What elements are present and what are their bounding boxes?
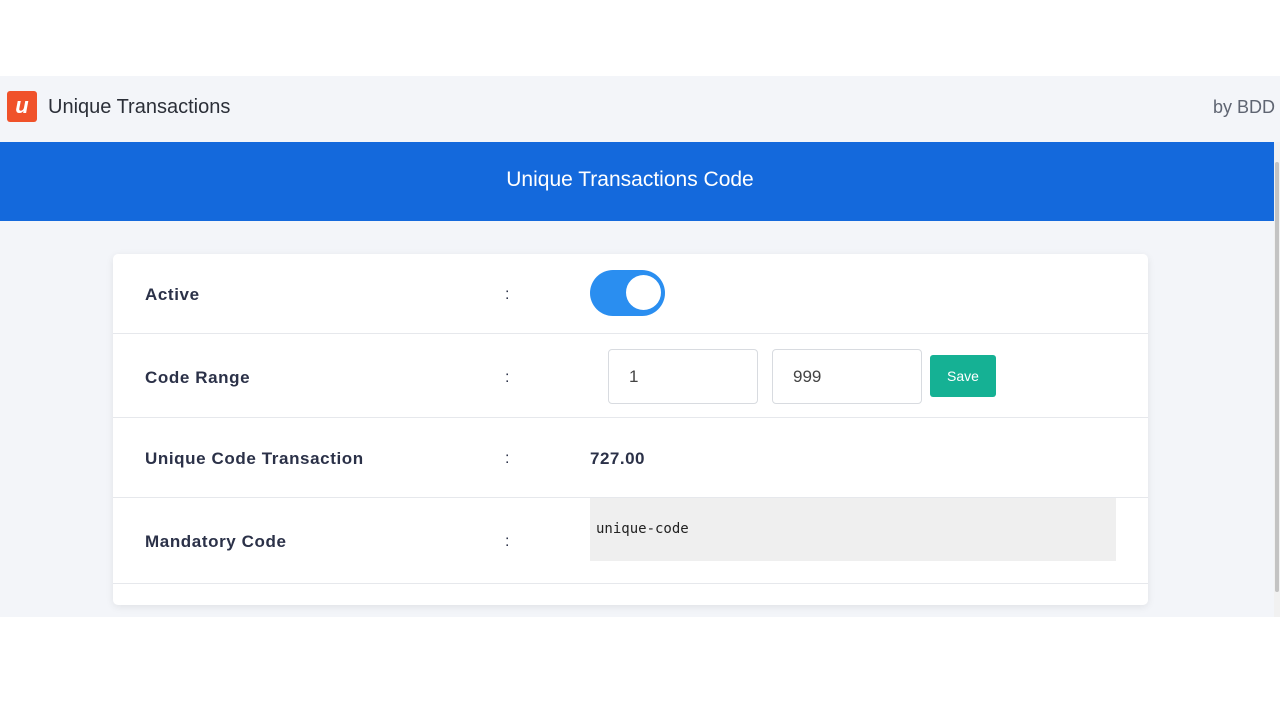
app-title: Unique Transactions bbox=[48, 96, 231, 118]
row-mandatory-code: Mandatory Code : unique-code bbox=[113, 498, 1148, 584]
app-header: u Unique Transactions by BDD bbox=[0, 76, 1280, 142]
settings-card: Active : Code Range : Save Unique Code T… bbox=[113, 254, 1148, 605]
unique-code-transaction-label: Unique Code Transaction bbox=[145, 449, 364, 468]
code-range-min-input[interactable] bbox=[608, 349, 758, 404]
app-window: u Unique Transactions by BDD Unique Tran… bbox=[0, 76, 1280, 617]
toggle-knob bbox=[626, 275, 661, 310]
app-logo-icon: u bbox=[7, 91, 37, 122]
code-range-max-input[interactable] bbox=[772, 349, 922, 404]
active-toggle[interactable] bbox=[590, 270, 665, 316]
row-active: Active : bbox=[113, 254, 1148, 334]
mandatory-code-label: Mandatory Code bbox=[145, 532, 287, 551]
page-banner: Unique Transactions Code bbox=[0, 142, 1274, 221]
author-label: by BDD bbox=[1212, 97, 1275, 117]
code-range-label: Code Range bbox=[145, 368, 251, 387]
mandatory-code-value: unique-code bbox=[596, 521, 689, 537]
page-title: Unique Transactions Code bbox=[506, 168, 754, 191]
mandatory-code-block: unique-code bbox=[590, 498, 1116, 561]
colon-separator: : bbox=[505, 533, 510, 550]
row-unique-code-transaction: Unique Code Transaction : 727.00 bbox=[113, 418, 1148, 498]
scrollbar-thumb[interactable] bbox=[1275, 162, 1279, 592]
unique-code-transaction-value: 727.00 bbox=[590, 449, 645, 468]
row-code-range: Code Range : Save bbox=[113, 334, 1148, 418]
active-label: Active bbox=[145, 285, 200, 304]
save-button[interactable]: Save bbox=[930, 355, 996, 397]
colon-separator: : bbox=[505, 286, 510, 303]
colon-separator: : bbox=[505, 450, 510, 467]
scrollbar[interactable] bbox=[1274, 142, 1280, 617]
colon-separator: : bbox=[505, 369, 510, 386]
